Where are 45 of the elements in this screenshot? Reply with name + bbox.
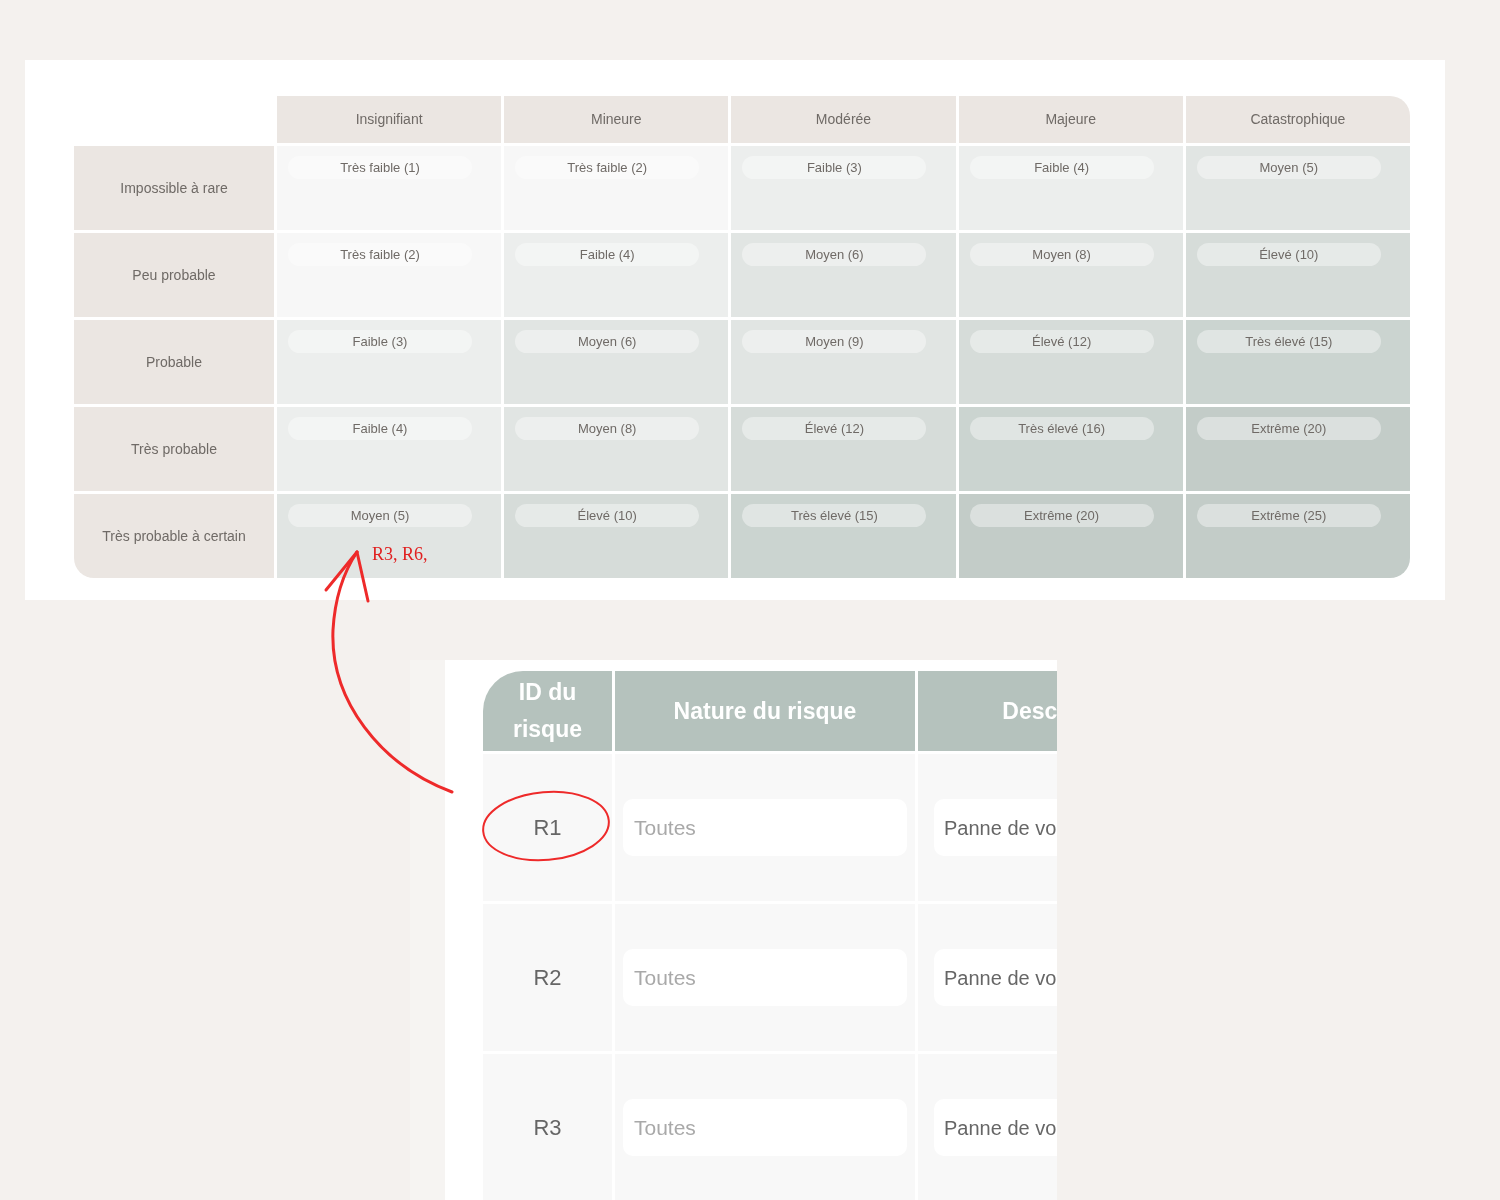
- column-header: Insignifiant: [277, 96, 502, 143]
- column-header: Desc: [918, 671, 1058, 751]
- column-header: ID du risque: [483, 671, 612, 751]
- column-header: Catastrophique: [1185, 96, 1410, 143]
- risk-level-pill: Moyen (6): [515, 330, 700, 353]
- nature-field[interactable]: Toutes: [623, 1099, 907, 1156]
- column-header: Nature du risque: [615, 671, 915, 751]
- risk-level-pill: Très élevé (15): [1196, 330, 1381, 353]
- column-header: Modérée: [731, 96, 956, 143]
- risk-level-pill: Faible (3): [288, 330, 472, 353]
- risk-id: R3: [533, 1114, 562, 1142]
- risk-level-pill: Élevé (10): [515, 504, 700, 527]
- risk-level-pill: Moyen (5): [1196, 156, 1381, 179]
- risk-id: R1: [533, 814, 562, 842]
- risk-level-pill: Faible (4): [515, 243, 700, 266]
- row-header: Probable: [74, 320, 274, 404]
- risk-level-pill: Élevé (12): [969, 330, 1154, 353]
- risk-level-pill: Moyen (9): [742, 330, 927, 353]
- description-field[interactable]: Panne de vo: [934, 1099, 1058, 1156]
- risk-level-pill: Moyen (8): [515, 417, 700, 440]
- risk-level-pill: Extrême (25): [1196, 504, 1381, 527]
- risk-level-pill: Très élevé (16): [969, 417, 1154, 440]
- nature-field[interactable]: Toutes: [623, 799, 907, 856]
- risk-level-pill: Moyen (6): [742, 243, 927, 266]
- column-header: Majeure: [958, 96, 1183, 143]
- row-header: Impossible à rare: [74, 146, 274, 230]
- risk-id: R2: [533, 964, 562, 992]
- risk-level-pill: Élevé (12): [742, 417, 927, 440]
- risk-level-pill: Faible (4): [969, 156, 1154, 179]
- column-header: Mineure: [504, 96, 729, 143]
- row-header: Très probable: [74, 407, 274, 491]
- nature-field[interactable]: Toutes: [623, 949, 907, 1006]
- risk-level-pill: Élevé (10): [1196, 243, 1381, 266]
- annotation-text: R3, R6,: [372, 543, 428, 566]
- risk-level-pill: Extrême (20): [1196, 417, 1381, 440]
- risk-level-pill: Extrême (20): [969, 504, 1154, 527]
- risk-level-pill: Faible (3): [742, 156, 927, 179]
- risk-level-pill: Faible (4): [288, 417, 472, 440]
- row-header: Très probable à certain: [74, 494, 274, 578]
- description-field[interactable]: Panne de vo: [934, 799, 1058, 856]
- description-field[interactable]: Panne de vo: [934, 949, 1058, 1006]
- risk-level-pill: Très élevé (15): [742, 504, 927, 527]
- risk-level-pill: Moyen (5): [288, 504, 472, 527]
- row-header: Peu probable: [74, 233, 274, 317]
- risk-level-pill: Moyen (8): [969, 243, 1154, 266]
